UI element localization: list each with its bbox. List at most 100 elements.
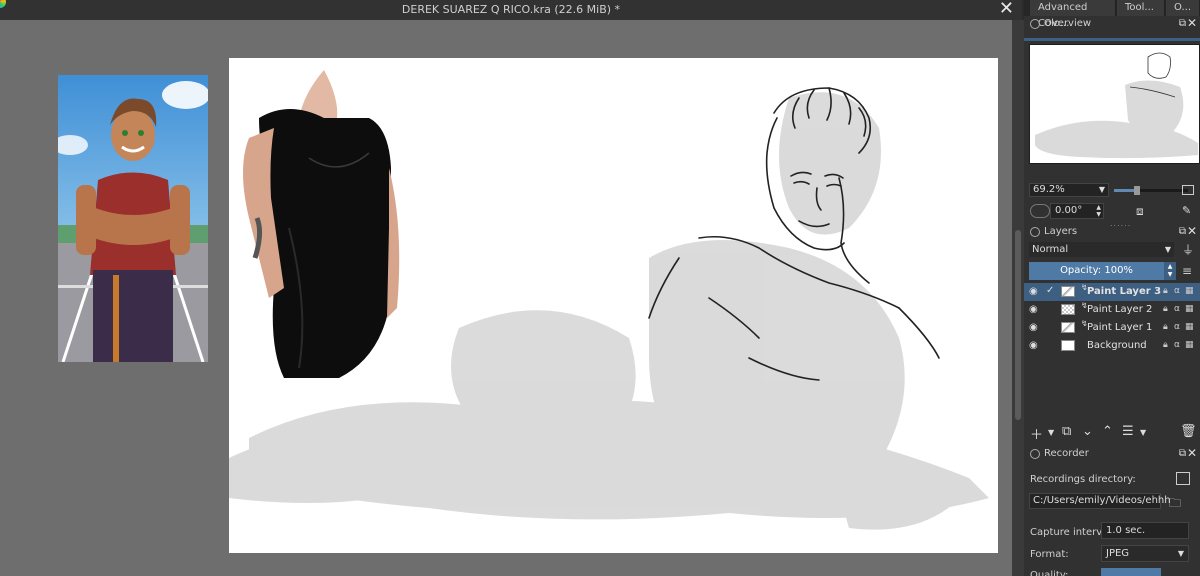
folder-icon[interactable]: 🗀 <box>1169 494 1181 515</box>
docker-tab-bar: Advanced Colo... Tool... O... <box>1024 0 1200 29</box>
blend-mode-combo[interactable]: Normal ▼ <box>1029 242 1174 257</box>
quality-slider[interactable] <box>1101 568 1161 576</box>
right-docker: Advanced Colo... Tool... O... Overview ⧉… <box>1024 0 1200 576</box>
spin-arrows-icon[interactable]: ▲ ▼ <box>1096 204 1101 218</box>
title-bar: DEREK SUAREZ Q RICO.kra (22.6 MiB) * ✕ <box>0 0 1022 20</box>
lock-icon[interactable]: 🔒︎ <box>1163 286 1168 296</box>
sketch-artwork <box>229 68 989 530</box>
panel-lock-icon[interactable] <box>1030 19 1040 29</box>
close-panel-icon[interactable]: ✕ <box>1187 15 1197 31</box>
quality-label: Quality: <box>1030 570 1069 576</box>
add-layer-icon[interactable]: ＋ <box>1030 424 1043 443</box>
overview-thumbnail[interactable] <box>1029 44 1200 164</box>
fit-to-view-icon[interactable] <box>1182 185 1194 195</box>
format-label: Format: <box>1030 549 1069 560</box>
overview-preview <box>1035 52 1198 159</box>
layer-thumbnail <box>1061 340 1075 351</box>
format-value: JPEG <box>1106 548 1130 559</box>
window-title: DEREK SUAREZ Q RICO.kra (22.6 MiB) * <box>401 3 621 16</box>
lock-icon[interactable]: 🔒︎ <box>1163 304 1168 314</box>
chevron-down-icon: ▼ <box>1164 245 1171 254</box>
zoom-value: 69.2% <box>1033 184 1065 195</box>
hamburger-menu-icon[interactable]: ≡ <box>1182 264 1192 278</box>
pin-icon[interactable]: ✎ <box>1182 204 1191 217</box>
float-panel-icon[interactable]: ⧉ <box>1179 446 1186 462</box>
drawing-canvas[interactable] <box>229 58 998 553</box>
layer-toolbar: ＋ ▼ ⧉ ⌄ ⌃ ☰ ▼ 🗑︎ <box>1024 424 1200 443</box>
lock-icon[interactable]: 🔒︎ <box>1163 340 1168 350</box>
capture-interval-field[interactable]: 1.0 sec. <box>1101 522 1189 539</box>
layer-row-paint-layer-2[interactable]: ◉ ↯ Paint Layer 2 🔒︎ α ▦ <box>1024 301 1200 319</box>
zoom-slider-fill <box>1114 189 1134 192</box>
alpha-lock-icon[interactable]: α <box>1174 340 1180 350</box>
panel-lock-icon[interactable] <box>1030 449 1040 459</box>
float-panel-icon[interactable]: ⧉ <box>1179 16 1186 32</box>
delete-layer-icon[interactable]: 🗑︎ <box>1180 424 1197 439</box>
canvas-vertical-scrollbar[interactable] <box>1012 20 1024 576</box>
rotation-dial-icon[interactable] <box>1030 204 1050 218</box>
layer-name: Paint Layer 2 <box>1087 304 1153 315</box>
layer-name: Paint Layer 3 <box>1087 286 1162 297</box>
chevron-down-icon[interactable]: ▼ <box>1048 428 1054 437</box>
duplicate-layer-icon[interactable]: ⧉ <box>1062 424 1071 439</box>
move-layer-up-icon[interactable]: ⌃ <box>1102 424 1113 439</box>
checkmark-icon[interactable]: ✓ <box>1046 285 1054 296</box>
canvas-viewport[interactable] <box>0 20 1012 576</box>
close-panel-icon[interactable]: ✕ <box>1187 223 1197 239</box>
zoom-level-combo[interactable]: 69.2% ▼ <box>1029 183 1109 197</box>
layer-thumbnail <box>1061 304 1075 315</box>
layer-name: Background <box>1087 340 1147 351</box>
chevron-down-icon: ▼ <box>1098 185 1105 194</box>
alpha-lock-icon[interactable]: α <box>1174 286 1180 296</box>
panel-lock-icon[interactable] <box>1030 227 1040 237</box>
recordings-directory-field[interactable]: C:/Users/emily/Videos/ehhh <box>1029 493 1171 509</box>
tab-other[interactable]: O... <box>1166 0 1200 16</box>
chevron-down-icon[interactable]: ▼ <box>1140 428 1146 437</box>
visibility-eye-icon[interactable]: ◉ <box>1029 322 1038 333</box>
layer-row-background[interactable]: ◉ Background 🔒︎ α ▦ <box>1024 337 1200 355</box>
layer-name: Paint Layer 1 <box>1087 322 1153 333</box>
tab-tool-options[interactable]: Tool... <box>1117 0 1165 16</box>
recordings-directory-label: Recordings directory: <box>1030 474 1136 485</box>
checker-icon[interactable]: ▦ <box>1185 304 1194 314</box>
checker-icon[interactable]: ▦ <box>1185 286 1194 296</box>
filter-icon[interactable]: ⏚ <box>1182 241 1194 258</box>
visibility-eye-icon[interactable]: ◉ <box>1029 286 1038 297</box>
layer-row-paint-layer-3[interactable]: ◉ ✓ ↯ Paint Layer 3 🔒︎ α ▦ <box>1024 283 1200 301</box>
close-document-button[interactable]: ✕ <box>999 0 1014 19</box>
tab-advanced-color[interactable]: Advanced Colo... <box>1030 0 1116 29</box>
list-recordings-icon[interactable] <box>1176 472 1190 485</box>
scrollbar-thumb[interactable] <box>1015 230 1021 420</box>
layer-thumbnail <box>1061 322 1075 333</box>
format-combo[interactable]: JPEG ▼ <box>1101 545 1189 562</box>
rotation-value: 0.00° <box>1055 205 1083 216</box>
layers-header: Layers ⧉ ✕ <box>1024 224 1200 240</box>
visibility-eye-icon[interactable]: ◉ <box>1029 340 1038 351</box>
move-layer-down-icon[interactable]: ⌄ <box>1082 424 1093 439</box>
recorder-header: Recorder ⧉ ✕ <box>1024 446 1200 462</box>
overview-title: Overview <box>1044 18 1092 29</box>
visibility-eye-icon[interactable]: ◉ <box>1029 304 1038 315</box>
lock-icon[interactable]: 🔒︎ <box>1163 322 1168 332</box>
reference-character-illustration <box>58 75 208 362</box>
alpha-lock-icon[interactable]: α <box>1174 322 1180 332</box>
checker-icon[interactable]: ▦ <box>1185 340 1194 350</box>
close-panel-icon[interactable]: ✕ <box>1187 445 1197 461</box>
alpha-lock-icon[interactable]: α <box>1174 304 1180 314</box>
rotation-field[interactable]: 0.00° ▲ ▼ <box>1050 203 1104 219</box>
layer-row-paint-layer-1[interactable]: ◉ ↯ Paint Layer 1 🔒︎ α ▦ <box>1024 319 1200 337</box>
zoom-slider[interactable] <box>1114 186 1188 195</box>
layer-list: ◉ ✓ ↯ Paint Layer 3 🔒︎ α ▦ ◉ ↯ Paint Lay… <box>1024 283 1200 355</box>
reference-image-character[interactable] <box>58 75 208 362</box>
zoom-slider-handle[interactable] <box>1134 186 1140 195</box>
layers-title: Layers <box>1044 226 1078 237</box>
krita-window: DEREK SUAREZ Q RICO.kra (22.6 MiB) * ✕ A… <box>0 0 1200 576</box>
blend-mode-value: Normal <box>1032 244 1069 255</box>
opacity-spin-arrows-icon[interactable]: ▲ ▼ <box>1164 262 1176 280</box>
mirror-view-icon[interactable]: ⧈ <box>1136 204 1144 219</box>
opacity-slider[interactable]: Opacity: 100% <box>1029 262 1164 280</box>
checker-icon[interactable]: ▦ <box>1185 322 1194 332</box>
layer-properties-icon[interactable]: ☰ <box>1122 424 1134 439</box>
overview-divider <box>1024 38 1200 41</box>
float-panel-icon[interactable]: ⧉ <box>1179 224 1186 240</box>
